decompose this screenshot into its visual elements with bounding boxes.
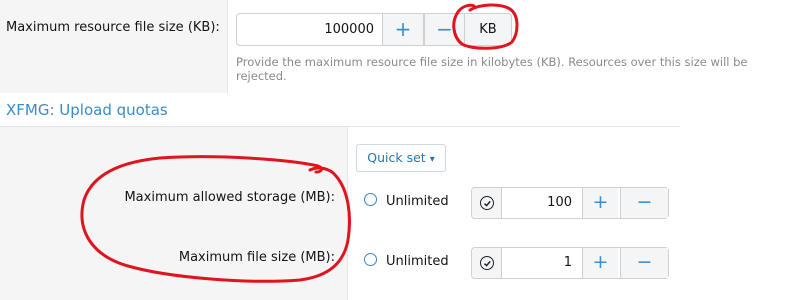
storage-value-input[interactable]: 100 xyxy=(512,195,572,210)
resource-size-value: 100000 xyxy=(324,22,374,37)
file-size-unlimited-radio[interactable] xyxy=(364,253,377,266)
resource-size-decrement-button[interactable]: − xyxy=(424,13,465,46)
storage-enable-checkbox[interactable] xyxy=(472,188,502,218)
resource-size-label: Maximum resource file size (KB): xyxy=(6,20,220,35)
quick-set-button[interactable]: Quick set ▾ xyxy=(356,144,446,172)
file-size-stepper: 1 + − xyxy=(471,247,669,279)
file-size-enable-checkbox[interactable] xyxy=(472,248,502,278)
storage-unlimited-radio[interactable] xyxy=(364,193,377,206)
caret-down-icon: ▾ xyxy=(429,154,435,165)
storage-decrement-button[interactable]: − xyxy=(620,188,668,218)
storage-stepper: 100 + − xyxy=(471,187,669,219)
storage-unlimited-label: Unlimited xyxy=(386,194,449,209)
file-size-increment-button[interactable]: + xyxy=(582,248,618,278)
check-icon xyxy=(480,196,494,210)
resource-size-input[interactable]: 100000 xyxy=(236,13,382,46)
file-size-value-input[interactable]: 1 xyxy=(512,255,572,270)
form-label-column xyxy=(0,127,347,300)
check-icon xyxy=(480,256,494,270)
section-title: XFMG: Upload quotas xyxy=(6,101,168,119)
quick-set-label: Quick set xyxy=(367,150,426,165)
storage-increment-button[interactable]: + xyxy=(582,188,618,218)
storage-label: Maximum allowed storage (MB): xyxy=(124,190,335,205)
file-size-decrement-button[interactable]: − xyxy=(620,248,668,278)
resource-size-explain: Provide the maximum resource file size i… xyxy=(236,55,748,83)
resource-size-unit: KB xyxy=(464,13,512,46)
file-size-unlimited-label: Unlimited xyxy=(386,254,449,269)
resource-size-increment-button[interactable]: + xyxy=(382,13,424,46)
form-label-column xyxy=(0,0,227,93)
file-size-label: Maximum file size (MB): xyxy=(178,250,335,265)
